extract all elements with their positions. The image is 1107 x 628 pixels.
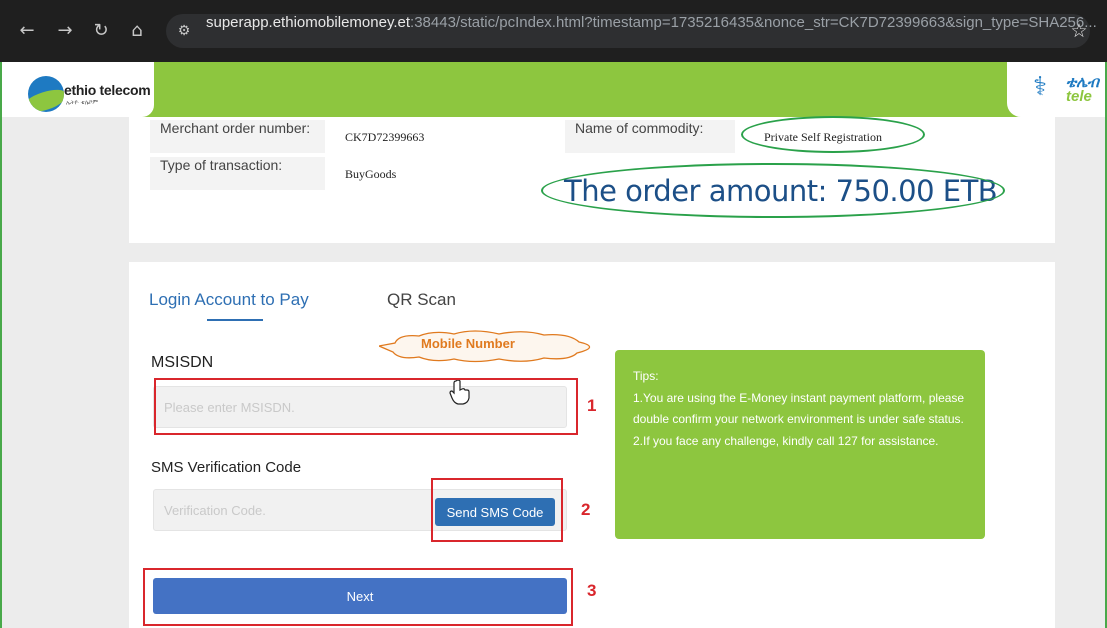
active-tab-indicator: [207, 319, 263, 321]
step-1-highlight-box: [154, 378, 578, 435]
msisdn-label: MSISDN: [151, 354, 214, 371]
telebirr-logo: ⚕ ቴሌብ tele: [1007, 62, 1105, 117]
sms-code-label: SMS Verification Code: [151, 459, 302, 476]
site-header: ethio telecom ኢትዮ ቴሌኮም ⚕ ቴሌብ tele: [2, 62, 1105, 117]
step-2-highlight-box: [431, 478, 563, 542]
back-icon[interactable]: ←: [14, 16, 40, 46]
telebirr-logo-text: ቴሌብ tele: [1066, 75, 1099, 105]
amount-highlight-ellipse: [541, 163, 1005, 218]
logo-text: ethio telecom: [64, 82, 151, 98]
commodity-highlight-ellipse: [741, 116, 925, 153]
browser-toolbar: ← → ↻ ⌂ ⚙ superapp.ethiomobilemoney.et:3…: [0, 0, 1107, 62]
logo-subtext: ኢትዮ ቴሌኮም: [66, 99, 98, 106]
url-text[interactable]: superapp.ethiomobilemoney.et:38443/stati…: [206, 14, 1097, 48]
step-1-number: 1: [587, 396, 597, 415]
home-icon[interactable]: ⌂: [124, 16, 150, 46]
address-bar[interactable]: ⚙ superapp.ethiomobilemoney.et:38443/sta…: [166, 14, 1097, 48]
tips-line-2: 2.If you face any challenge, kindly call…: [633, 433, 939, 448]
telebirr-mark-icon: ⚕: [1033, 72, 1048, 102]
telebirr-logo-line2: tele: [1066, 88, 1092, 105]
tips-line-1: 1.You are using the E-Money instant paym…: [633, 390, 965, 427]
reload-icon[interactable]: ↻: [88, 16, 114, 46]
step-2-number: 2: [581, 500, 591, 519]
forward-icon[interactable]: →: [52, 16, 78, 46]
tab-login-account[interactable]: Login Account to Pay: [149, 290, 309, 310]
url-host: superapp.ethiomobilemoney.et: [206, 14, 411, 31]
url-path: :38443/static/pcIndex.html?timestamp=173…: [410, 14, 1097, 31]
mobile-number-callout-label: Mobile Number: [421, 336, 515, 351]
transaction-type-value: BuyGoods: [345, 167, 397, 181]
ethio-telecom-logo[interactable]: ethio telecom ኢትዮ ቴሌኮም: [2, 62, 154, 117]
page-viewport: ethio telecom ኢትዮ ቴሌኮም ⚕ ቴሌብ tele Mercha…: [0, 62, 1107, 628]
site-info-icon[interactable]: ⚙: [174, 21, 194, 41]
logo-mark-icon: [28, 76, 64, 112]
commodity-label: Name of commodity:: [565, 120, 735, 153]
tab-qr-scan[interactable]: QR Scan: [387, 290, 456, 310]
tips-panel: Tips: 1.You are using the E-Money instan…: [615, 350, 985, 539]
tips-title: Tips:: [633, 369, 659, 383]
order-info-card: Merchant order number: CK7D72399663 Name…: [129, 116, 1055, 243]
step-3-number: 3: [587, 581, 597, 600]
step-3-highlight-box: [143, 568, 573, 626]
payment-card: Login Account to Pay QR Scan Mobile Numb…: [129, 262, 1055, 628]
merchant-order-label: Merchant order number:: [150, 120, 325, 153]
transaction-type-label: Type of transaction:: [150, 157, 325, 190]
bookmark-star-icon[interactable]: ☆: [1066, 18, 1092, 44]
merchant-order-value: CK7D72399663: [345, 130, 425, 144]
